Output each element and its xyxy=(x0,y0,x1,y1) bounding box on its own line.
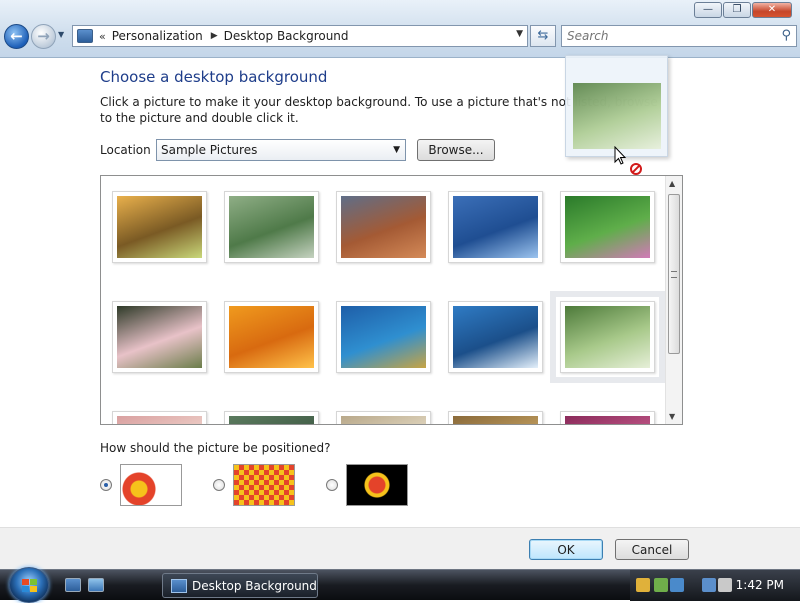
position-radio-fit[interactable] xyxy=(100,479,112,491)
thumbnail-image xyxy=(229,416,314,424)
position-radio-center[interactable] xyxy=(326,479,338,491)
position-option-tile[interactable] xyxy=(213,464,295,506)
search-icon[interactable]: ⚲ xyxy=(781,28,791,43)
thumbnail-forest-flowers[interactable] xyxy=(560,191,655,263)
network-icon[interactable] xyxy=(702,578,716,592)
picture-list[interactable]: ▲ ▼ xyxy=(100,175,683,425)
thumbnail-image xyxy=(341,416,426,424)
thumbnail-green-sea-turtle[interactable] xyxy=(336,301,431,373)
close-button[interactable]: ✕ xyxy=(752,2,792,18)
breadcrumb-personalization[interactable]: Personalization xyxy=(112,29,203,43)
start-button[interactable] xyxy=(9,567,49,603)
thumbnail-image xyxy=(229,196,314,258)
system-tray: 1:42 PM xyxy=(630,570,800,601)
thumbnail-image xyxy=(117,306,202,368)
back-button[interactable]: ← xyxy=(4,24,29,49)
browse-button[interactable]: Browse... xyxy=(417,139,495,161)
breadcrumb-overflow-icon[interactable]: « xyxy=(99,30,106,43)
recent-pages-dropdown-icon[interactable]: ▼ xyxy=(58,30,64,39)
thumbnail-image xyxy=(453,416,538,424)
minimize-button[interactable]: — xyxy=(694,2,722,18)
taskbar-button-label: Desktop Background xyxy=(192,578,317,593)
position-tile-image[interactable] xyxy=(233,464,295,506)
thumbnail-row3-e[interactable] xyxy=(560,411,655,424)
position-radio-tile[interactable] xyxy=(213,479,225,491)
thumbnail-dock[interactable] xyxy=(448,191,543,263)
taskbar-button-desktop-background[interactable]: Desktop Background xyxy=(162,573,318,598)
thumbnail-row3-d[interactable] xyxy=(448,411,543,424)
cancel-button[interactable]: Cancel xyxy=(615,539,689,560)
thumbnail-image xyxy=(117,196,202,258)
scroll-down-icon[interactable]: ▼ xyxy=(669,412,675,421)
network-status-icon[interactable] xyxy=(670,578,684,592)
thumbnail-forest[interactable] xyxy=(550,291,665,383)
thumbnail-garden[interactable] xyxy=(224,301,319,373)
thumbnail-row3-b[interactable] xyxy=(224,411,319,424)
thumbnail-humpback-whale[interactable] xyxy=(448,301,543,373)
dialog-footer: OK Cancel xyxy=(0,527,800,569)
scroll-up-icon[interactable]: ▲ xyxy=(669,179,675,188)
position-option-center[interactable] xyxy=(326,464,408,506)
search-input[interactable] xyxy=(562,26,762,46)
taskbar: Desktop Background 1:42 PM xyxy=(0,567,800,603)
scroll-thumb[interactable] xyxy=(668,194,680,354)
location-dropdown[interactable]: Sample Pictures ▼ xyxy=(156,139,406,161)
chevron-down-icon[interactable]: ▼ xyxy=(393,140,400,160)
thumbnail-image xyxy=(117,416,202,424)
search-box[interactable]: ⚲ xyxy=(561,25,797,47)
thumbnail-grid xyxy=(112,191,665,424)
cursor-arrow-icon xyxy=(614,146,627,165)
scroll-grip-icon xyxy=(671,271,677,278)
breadcrumb-desktop-background[interactable]: Desktop Background xyxy=(224,29,349,43)
thumbnail-image xyxy=(453,196,538,258)
control-panel-icon xyxy=(77,29,93,43)
thumbnail-desert[interactable] xyxy=(336,191,431,263)
thumbnail-image xyxy=(565,306,650,368)
thumbnail-image xyxy=(341,306,426,368)
switch-windows-icon[interactable] xyxy=(88,578,104,592)
thumbnail-row3-c[interactable] xyxy=(336,411,431,424)
location-value: Sample Pictures xyxy=(161,143,258,157)
title-bar: — ❐ ✕ ← → ▼ « Personalization ▶ Desktop … xyxy=(0,0,800,58)
window-icon xyxy=(171,578,187,593)
position-question: How should the picture be positioned? xyxy=(100,441,331,455)
thumbnail-image xyxy=(565,196,650,258)
thumbnail-autumn[interactable] xyxy=(112,191,207,263)
show-desktop-icon[interactable] xyxy=(65,578,81,592)
breadcrumb-separator-icon[interactable]: ▶ xyxy=(211,31,218,41)
content-area: Choose a desktop background Click a pict… xyxy=(0,59,800,527)
security-shield-icon[interactable] xyxy=(636,578,650,592)
page-title: Choose a desktop background xyxy=(100,68,328,86)
location-label: Location xyxy=(100,143,151,157)
no-drop-icon xyxy=(630,163,642,175)
thumbnail-image xyxy=(565,416,650,424)
position-center-image[interactable] xyxy=(346,464,408,506)
thumbnail-frangipani[interactable] xyxy=(112,301,207,373)
forward-button[interactable]: → xyxy=(31,24,56,49)
address-dropdown-icon[interactable]: ▼ xyxy=(516,29,523,39)
thumbnail-image xyxy=(453,306,538,368)
thumbnail-image xyxy=(229,306,314,368)
clock[interactable]: 1:42 PM xyxy=(736,578,784,592)
ok-button[interactable]: OK xyxy=(529,539,603,560)
position-fit-image[interactable] xyxy=(120,464,182,506)
thumbnail-row3-a[interactable] xyxy=(112,411,207,424)
volume-muted-icon[interactable] xyxy=(718,578,732,592)
thumbnail-image xyxy=(341,196,426,258)
drag-preview-image xyxy=(573,83,661,149)
thumbnail-creek[interactable] xyxy=(224,191,319,263)
refresh-button[interactable]: ⇆ xyxy=(530,25,556,47)
position-option-fit[interactable] xyxy=(100,464,182,506)
vertical-scrollbar[interactable]: ▲ ▼ xyxy=(665,176,682,424)
maximize-button[interactable]: ❐ xyxy=(723,2,751,18)
drag-preview xyxy=(565,55,668,157)
address-bar[interactable]: « Personalization ▶ Desktop Background ▼ xyxy=(72,25,528,47)
windows-update-icon[interactable] xyxy=(654,578,668,592)
window-controls: — ❐ ✕ xyxy=(694,2,792,18)
